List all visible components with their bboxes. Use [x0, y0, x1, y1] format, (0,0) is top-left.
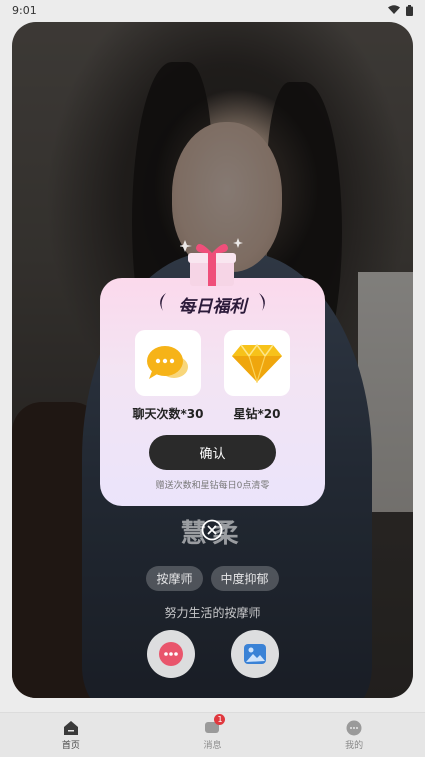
profile-tag: 按摩师	[146, 566, 203, 591]
modal-title: 每日福利	[178, 297, 247, 317]
reset-note: 赠送次数和星钻每日0点清零	[155, 481, 270, 491]
chat-bubble-icon	[147, 346, 188, 379]
profile-tag: 中度抑郁	[210, 566, 279, 591]
gift-box-icon	[180, 238, 243, 286]
tab-label: 首页	[61, 740, 80, 751]
reward-label: 星钻*20	[233, 407, 281, 421]
reward-label: 聊天次数*30	[132, 407, 204, 421]
daily-bonus-modal: 每日福利 聊天次数*30 星钻*20 确认 赠送次数和星钻每日0点清零	[100, 278, 325, 506]
tab-label: 我的	[345, 740, 364, 751]
tab-messages[interactable]: 1 消息	[172, 713, 252, 751]
tab-label: 消息	[203, 740, 222, 751]
profile-actions	[0, 630, 425, 678]
title-decoration-icon	[259, 293, 265, 311]
message-badge: 1	[214, 713, 226, 725]
close-icon[interactable]	[201, 519, 223, 541]
profile-icon	[346, 720, 362, 735]
chat-button[interactable]	[146, 630, 195, 678]
diamond-icon	[232, 343, 282, 383]
battery-icon	[406, 4, 413, 16]
gallery-icon	[243, 644, 266, 664]
home-icon	[63, 720, 78, 735]
profile-tags: 按摩师 中度抑郁	[0, 566, 425, 591]
chat-icon	[158, 642, 183, 666]
gallery-button[interactable]	[230, 630, 279, 678]
profile-bio: 努力生活的按摩师	[164, 606, 261, 620]
reward-chat	[135, 330, 201, 396]
tab-home[interactable]: 首页	[31, 720, 111, 751]
tab-profile[interactable]: 我的	[314, 720, 394, 751]
status-icons	[388, 4, 413, 16]
status-bar: 9:01	[0, 0, 425, 20]
wifi-icon	[388, 5, 400, 14]
confirm-button[interactable]: 确认	[149, 435, 276, 470]
reward-diamond	[224, 330, 290, 396]
status-time: 9:01	[12, 3, 37, 17]
tab-bar: 首页 1 消息 我的	[0, 712, 425, 757]
